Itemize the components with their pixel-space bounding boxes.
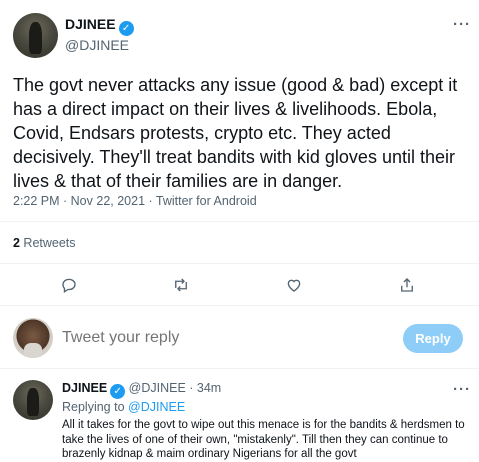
retweet-icon[interactable]: [172, 276, 190, 294]
reply-author-name[interactable]: DJINEE: [62, 381, 107, 395]
more-options-icon[interactable]: ···: [453, 16, 471, 33]
replying-to: Replying to @DJINEE: [62, 400, 185, 414]
divider: [0, 368, 479, 369]
replying-to-handle[interactable]: @DJINEE: [128, 400, 185, 414]
reply-icon[interactable]: [60, 276, 78, 294]
divider: [0, 263, 479, 264]
retweet-count-link[interactable]: 2 Retweets: [13, 236, 76, 250]
verified-badge-icon: ✓: [110, 384, 126, 399]
current-user-avatar[interactable]: [13, 318, 53, 358]
verified-badge-icon: ✓: [118, 21, 134, 36]
more-options-icon[interactable]: ···: [453, 381, 471, 398]
author-handle[interactable]: @DJINEE: [65, 37, 129, 53]
share-icon[interactable]: [398, 276, 416, 294]
replying-to-prefix: Replying to: [62, 400, 129, 414]
author-name[interactable]: DJINEE: [65, 16, 116, 32]
tweet-timestamp[interactable]: 2:22 PM · Nov 22, 2021 · Twitter for And…: [13, 194, 257, 208]
retweet-count: 2: [13, 236, 20, 250]
author-avatar[interactable]: [13, 13, 58, 58]
divider: [0, 305, 479, 306]
tweet-text: The govt never attacks any issue (good &…: [13, 75, 458, 191]
reply-button[interactable]: Reply: [403, 324, 463, 353]
like-icon[interactable]: [285, 276, 303, 294]
author-name-row[interactable]: DJINEE ✓: [65, 16, 134, 36]
retweet-label: Retweets: [19, 236, 76, 250]
reply-header: DJINEE ✓ @DJINEE · 34m: [62, 381, 221, 399]
reply-author-avatar[interactable]: [13, 380, 53, 420]
reply-author-handle[interactable]: @DJINEE: [129, 381, 186, 395]
reply-time[interactable]: · 34m: [186, 381, 221, 395]
reply-input[interactable]: [62, 329, 382, 347]
divider: [0, 221, 479, 222]
reply-text: All it takes for the govt to wipe out th…: [62, 419, 465, 460]
